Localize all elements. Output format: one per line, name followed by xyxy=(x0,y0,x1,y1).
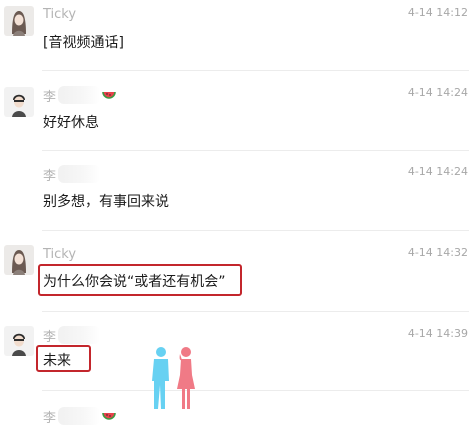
message-time: 4-14 14:12 xyxy=(407,6,468,19)
sender-name: 李 xyxy=(43,407,116,426)
chat-message-row[interactable]: 李 4-14 14:39 未来 xyxy=(0,312,473,390)
sender-name: Ticky xyxy=(43,247,77,262)
message-text: 为什么你会说“或者还有机会” xyxy=(43,274,226,290)
sender-name: 李 xyxy=(43,165,101,184)
boy-avatar-icon xyxy=(12,94,26,117)
message-time: 4-14 14:24 xyxy=(407,165,468,178)
sender-name: 李 xyxy=(43,86,116,105)
message-time: 4-14 14:24 xyxy=(407,86,468,99)
chat-message-row[interactable]: 李 xyxy=(0,391,473,431)
redacted-name-blur xyxy=(58,165,101,183)
message-text: 别多想，有事回来说 xyxy=(43,194,169,210)
chat-message-row[interactable]: 李 4-14 14:24 别多想，有事回来说 xyxy=(0,151,473,230)
redacted-name-blur xyxy=(58,326,101,344)
redacted-name-blur xyxy=(58,407,101,425)
chat-message-row[interactable]: Ticky 4-14 14:32 为什么你会说“或者还有机会” xyxy=(0,231,473,311)
chat-message-row[interactable]: 李 4-14 14:24 好好休息 xyxy=(0,71,473,150)
avatar[interactable] xyxy=(4,245,34,275)
avatar[interactable] xyxy=(4,6,34,36)
chat-message-row[interactable]: Ticky 4-14 14:12 [音视频通话] xyxy=(0,0,473,70)
avatar[interactable] xyxy=(4,326,34,356)
couple-silhouette-watermark-icon xyxy=(152,347,195,409)
sender-name: 李 xyxy=(43,326,101,345)
message-time: 4-14 14:39 xyxy=(407,327,468,340)
boy-avatar-icon xyxy=(12,333,26,356)
girl-avatar-icon xyxy=(12,250,26,275)
watermelon-emoji-icon xyxy=(102,412,116,420)
message-time: 4-14 14:32 xyxy=(407,246,468,259)
redacted-name-blur xyxy=(58,86,101,104)
avatar[interactable] xyxy=(4,87,34,117)
message-text: 未来 xyxy=(43,353,71,369)
watermelon-emoji-icon xyxy=(102,91,116,99)
girl-avatar-icon xyxy=(12,11,26,36)
message-text: [音视频通话] xyxy=(43,35,124,51)
message-text: 好好休息 xyxy=(43,115,99,131)
sender-name: Ticky xyxy=(43,7,77,22)
